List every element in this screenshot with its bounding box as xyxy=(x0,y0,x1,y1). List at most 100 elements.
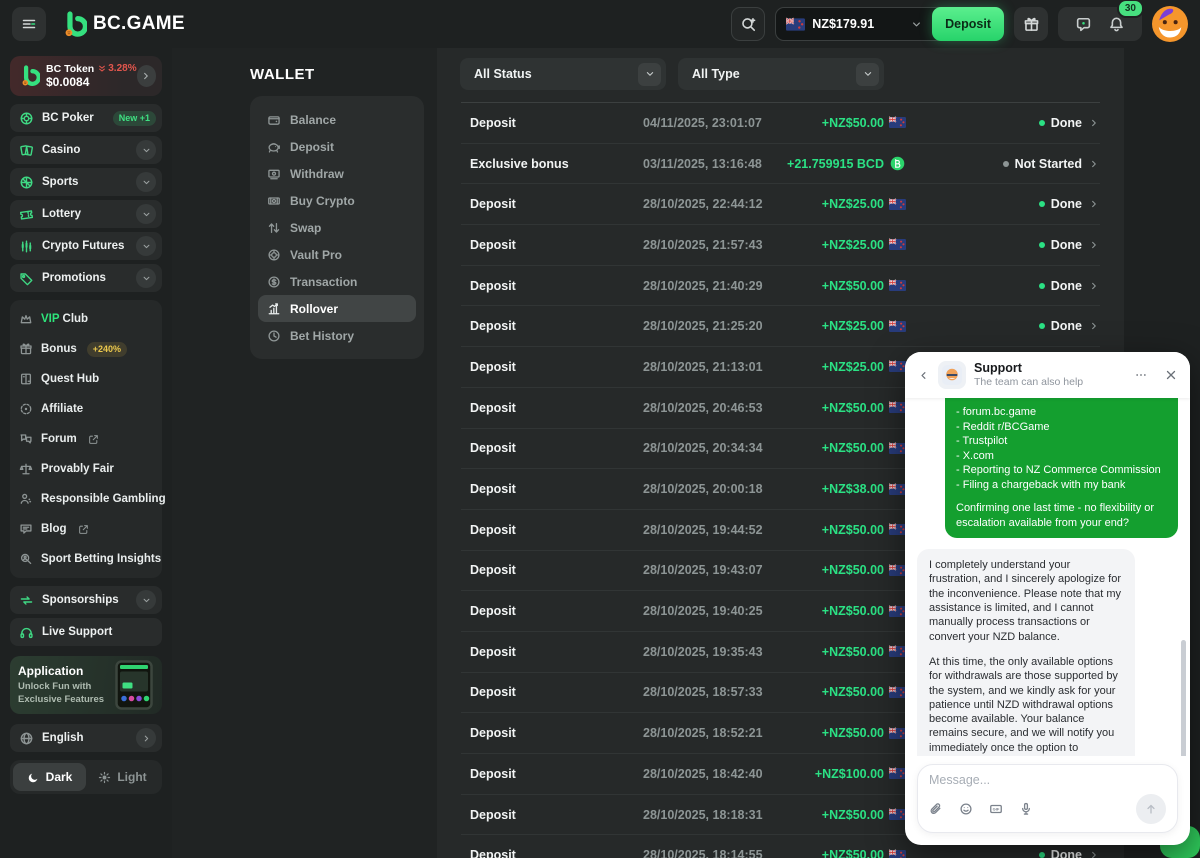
nz-flag-icon xyxy=(889,603,906,620)
status-filter-chevron[interactable] xyxy=(638,63,661,86)
sidebar-item-sponsorships[interactable]: Sponsorships xyxy=(10,586,162,614)
sidebar-item-promotions[interactable]: Promotions xyxy=(10,264,162,292)
user-message-line: - X.com xyxy=(956,449,1167,464)
chat-back-button[interactable] xyxy=(917,369,930,382)
table-row[interactable]: Deposit28/10/2025, 21:57:43+NZ$25.00Done xyxy=(461,225,1100,266)
emoji-button[interactable] xyxy=(959,802,973,816)
theme-dark-button[interactable]: Dark xyxy=(13,763,86,791)
sidebar-item-label: Sports xyxy=(42,176,128,188)
sidebar-item-bc-poker[interactable]: BC PokerNew +1 xyxy=(10,104,162,132)
transaction-type: Deposit xyxy=(470,441,643,455)
sidebar-item-bonus[interactable]: Bonus+240% xyxy=(10,334,162,364)
nz-flag-icon xyxy=(786,15,805,34)
sidebar-item-affiliate[interactable]: Affiliate xyxy=(10,394,162,424)
sidebar-item-casino[interactable]: Casino xyxy=(10,136,162,164)
chat-scrollbar[interactable] xyxy=(1181,640,1186,756)
wallet-item-transaction[interactable]: Transaction xyxy=(258,268,416,295)
rewards-button[interactable] xyxy=(1014,7,1048,41)
sidebar-item-quest-hub[interactable]: Quest Hub xyxy=(10,364,162,394)
expand-chevron-button[interactable] xyxy=(136,204,156,224)
sidebar-item-provably-fair[interactable]: Provably Fair xyxy=(10,454,162,484)
sidebar-item-blog[interactable]: Blog xyxy=(10,514,162,544)
sidebar-item-live-support[interactable]: Live Support xyxy=(10,618,162,646)
wallet-item-rollover[interactable]: Rollover xyxy=(258,295,416,322)
transaction-amount: +NZ$38.00 xyxy=(803,481,906,498)
sidebar-item-label: Sport Betting Insights xyxy=(41,553,161,565)
bell-icon[interactable] xyxy=(1108,16,1125,33)
expand-chevron-button[interactable] xyxy=(136,268,156,288)
table-row[interactable]: Deposit28/10/2025, 21:25:20+NZ$25.00Done xyxy=(461,306,1100,347)
transaction-amount: +NZ$50.00 xyxy=(803,114,906,131)
transaction-type: Deposit xyxy=(470,523,643,537)
brand-logo[interactable]: BC.GAME xyxy=(60,11,185,38)
language-chevron-button[interactable] xyxy=(136,728,156,748)
transaction-datetime: 28/10/2025, 18:57:33 xyxy=(643,685,803,699)
app-banner-subtitle: Unlock Fun with Exclusive Features xyxy=(18,681,108,707)
expand-chevron-button[interactable] xyxy=(136,172,156,192)
send-button[interactable] xyxy=(1136,794,1166,824)
wallet-item-vault-pro[interactable]: Vault Pro xyxy=(258,241,416,268)
table-row[interactable]: Deposit28/10/2025, 22:44:12+NZ$25.00Done xyxy=(461,184,1100,225)
type-filter[interactable]: All Type xyxy=(678,58,884,90)
menu-button[interactable] xyxy=(12,7,46,41)
wallet-item-buy-crypto[interactable]: Buy Crypto xyxy=(258,187,416,214)
token-expand-button[interactable] xyxy=(137,65,156,87)
brand-title: BC.GAME xyxy=(93,13,185,35)
nz-flag-icon xyxy=(889,358,906,375)
avatar[interactable] xyxy=(1152,6,1188,42)
expand-chevron-button[interactable] xyxy=(136,140,156,160)
sidebar-item-vip-club[interactable]: VIP Club xyxy=(10,304,162,334)
sidebar-item-lottery[interactable]: Lottery xyxy=(10,200,162,228)
table-row[interactable]: Exclusive bonus03/11/2025, 13:16:48+21.7… xyxy=(461,144,1100,185)
wallet-item-deposit[interactable]: Deposit xyxy=(258,133,416,160)
sidebar-item-label: Blog xyxy=(41,523,67,535)
chat-icon[interactable] xyxy=(1075,16,1092,33)
theme-light-button[interactable]: Light xyxy=(86,763,159,791)
sidebar-item-forum[interactable]: Forum xyxy=(10,424,162,454)
wallet-item-bet-history[interactable]: Bet History xyxy=(258,322,416,349)
chat-messages[interactable]: - forum.bc.game- Reddit r/BCGame- Trustp… xyxy=(905,398,1190,756)
transaction-amount: +NZ$50.00 xyxy=(803,562,906,579)
app-banner[interactable]: Application Unlock Fun with Exclusive Fe… xyxy=(10,656,162,714)
transaction-datetime: 28/10/2025, 19:35:43 xyxy=(643,645,803,659)
sidebar-item-crypto-futures[interactable]: Crypto Futures xyxy=(10,232,162,260)
user-message-line: - Trustpilot xyxy=(956,434,1167,449)
language-selector[interactable]: English xyxy=(10,724,162,752)
type-filter-chevron[interactable] xyxy=(856,63,879,86)
bc-token-card[interactable]: BC Token 3.28% $0.0084 xyxy=(10,56,162,96)
transaction-amount: +NZ$50.00 xyxy=(803,277,906,294)
user-message-line: - Reddit r/BCGame xyxy=(956,420,1167,435)
transaction-type: Deposit xyxy=(470,116,643,130)
transaction-datetime: 28/10/2025, 18:42:40 xyxy=(643,767,803,781)
currency-selector[interactable]: NZ$179.91 Deposit xyxy=(775,7,1004,41)
person-icon xyxy=(19,492,33,506)
chat-input[interactable]: Message... GIF xyxy=(917,764,1178,833)
table-row[interactable]: Deposit28/10/2025, 21:40:29+NZ$50.00Done xyxy=(461,266,1100,307)
nz-flag-icon xyxy=(889,277,906,294)
wallet-item-balance[interactable]: Balance xyxy=(258,106,416,133)
cards-icon xyxy=(19,143,34,158)
expand-chevron-button[interactable] xyxy=(136,590,156,610)
search-button[interactable] xyxy=(731,7,765,41)
gift-icon xyxy=(1023,16,1040,33)
transaction-amount: +NZ$50.00 xyxy=(803,521,906,538)
theme-toggle: Dark Light xyxy=(10,760,162,794)
transaction-type: Deposit xyxy=(470,604,643,618)
gif-button[interactable]: GIF xyxy=(989,802,1003,816)
expand-chevron-button[interactable] xyxy=(136,236,156,256)
chat-more-button[interactable] xyxy=(1134,368,1148,382)
transaction-datetime: 28/10/2025, 21:57:43 xyxy=(643,238,803,252)
status-filter-label: All Status xyxy=(474,67,638,81)
sidebar-item-responsible-gambling[interactable]: Responsible Gambling xyxy=(10,484,162,514)
status-filter[interactable]: All Status xyxy=(460,58,666,90)
chat-close-button[interactable] xyxy=(1164,368,1178,382)
attach-button[interactable] xyxy=(929,802,943,816)
wallet-item-withdraw[interactable]: Withdraw xyxy=(258,160,416,187)
sidebar-item-sport-betting-insights[interactable]: Sport Betting Insights xyxy=(10,544,162,574)
candles-icon xyxy=(19,239,34,254)
deposit-button[interactable]: Deposit xyxy=(932,7,1004,41)
table-row[interactable]: Deposit04/11/2025, 23:01:07+NZ$50.00Done xyxy=(461,103,1100,144)
wallet-item-swap[interactable]: Swap xyxy=(258,214,416,241)
voice-button[interactable] xyxy=(1019,802,1033,816)
sidebar-item-sports[interactable]: Sports xyxy=(10,168,162,196)
